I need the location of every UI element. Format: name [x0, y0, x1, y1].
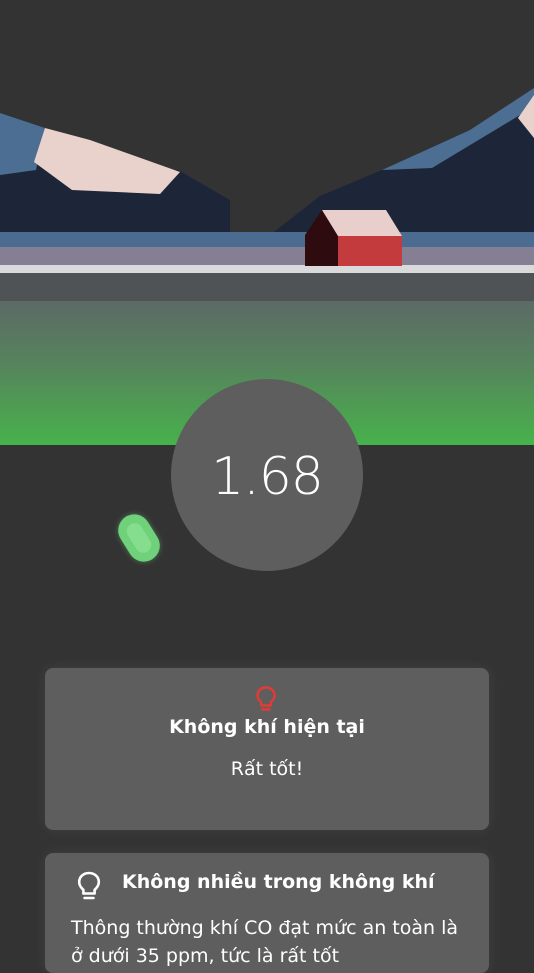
- shore-line: [0, 265, 534, 273]
- air-status-title: Không khí hiện tại: [169, 716, 365, 738]
- lake-band-light: [0, 247, 534, 265]
- road: [0, 273, 534, 301]
- co-info-title: Không nhiều trong không khí: [122, 871, 435, 893]
- air-status-value: Rất tốt!: [230, 758, 304, 780]
- lightbulb-icon: [256, 686, 276, 712]
- co-info-body: Thông thường khí CO đạt mức an toàn là ở…: [71, 917, 459, 967]
- co-reading-value: 1.68: [211, 447, 324, 507]
- co-reading-circle: 1.68: [171, 379, 363, 571]
- status-pill-indicator: [112, 508, 166, 568]
- lake-band: [0, 232, 534, 247]
- house-front: [338, 236, 402, 266]
- lightbulb-icon: [77, 871, 101, 901]
